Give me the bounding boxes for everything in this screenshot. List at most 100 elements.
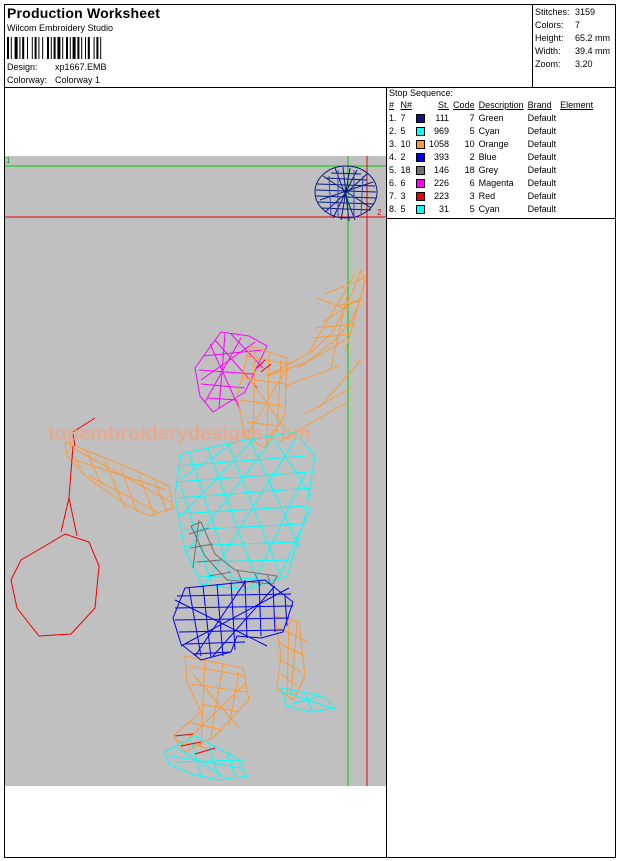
thread-color-swatch [416, 166, 426, 176]
navy-ball-stitches [314, 165, 378, 222]
thread-color-swatch [416, 127, 426, 137]
design-preview: topembroiderydesigns.com 1 2 [5, 156, 386, 786]
row-code: 5 [469, 126, 475, 136]
worksheet-title: Production Worksheet [7, 5, 161, 21]
embroidery-preview-svg: topembroiderydesigns.com [5, 156, 386, 786]
stat-colors: Colors: 7 [535, 20, 581, 30]
stop-sequence-table: # N# St. Code Description Brand Element … [387, 99, 595, 216]
stop-row: 2. 5 969 5 Cyan Default [387, 125, 595, 138]
stats-divider [532, 4, 533, 87]
row-code: 5 [469, 204, 475, 214]
row-element [558, 112, 595, 125]
stop-table-header: # N# St. Code Description Brand Element [387, 99, 595, 112]
row-index: 5. [389, 165, 397, 175]
stat-height: Height: 65.2 mm [535, 33, 611, 43]
row-needle: 3 [400, 191, 406, 201]
row-description: Magenta [478, 178, 514, 188]
design-value: xp1667.EMB [55, 62, 107, 72]
stop-sequence-title: Stop Sequence: [389, 88, 454, 98]
stat-zoom: Zoom: 3.20 [535, 59, 593, 69]
col-header-element: Element [560, 100, 594, 110]
row-element [558, 151, 595, 164]
col-header-swatch [414, 99, 427, 112]
row-stitches: 1058 [429, 139, 450, 149]
stat-width: Width: 39.4 mm [535, 46, 611, 56]
row-stitches: 969 [434, 126, 450, 136]
row-brand: Default [527, 126, 557, 136]
row-description: Cyan [478, 126, 500, 136]
row-index: 4. [389, 152, 397, 162]
row-index: 6. [389, 178, 397, 188]
stop-row: 8. 5 31 5 Cyan Default [387, 203, 595, 216]
colorway-row: Colorway: Colorway 1 [7, 75, 100, 85]
row-code: 2 [469, 152, 475, 162]
col-header-code: Code [453, 100, 475, 110]
magenta-hair-stitches [194, 331, 268, 413]
thread-color-swatch [416, 140, 426, 150]
row-description: Grey [478, 165, 499, 175]
header-divider [4, 87, 616, 88]
software-name: Wilcom Embroidery Studio [7, 23, 114, 33]
row-brand: Default [527, 113, 557, 123]
thread-color-swatch [416, 179, 426, 189]
guide-label-2: 2 [377, 208, 382, 217]
stop-row: 5. 18 146 18 Grey Default [387, 164, 595, 177]
col-header-brand: Brand [527, 100, 552, 110]
row-index: 1. [389, 113, 397, 123]
thread-color-swatch [416, 205, 426, 215]
row-brand: Default [527, 152, 557, 162]
row-needle: 6 [400, 178, 406, 188]
row-element [558, 138, 595, 151]
row-index: 2. [389, 126, 397, 136]
row-code: 3 [469, 191, 475, 201]
row-needle: 7 [400, 113, 406, 123]
row-element [558, 125, 595, 138]
row-index: 8. [389, 204, 397, 214]
design-row: Design: xp1667.EMB [7, 62, 107, 72]
row-needle: 18 [400, 165, 411, 175]
stop-row: 1. 7 111 7 Green Default [387, 112, 595, 125]
thread-color-swatch [416, 192, 426, 202]
row-description: Red [478, 191, 496, 201]
row-brand: Default [527, 204, 557, 214]
col-header-stitches: St. [438, 100, 450, 110]
row-element [558, 203, 595, 216]
design-label: Design: [7, 62, 38, 72]
row-element [558, 177, 595, 190]
col-header-description: Description [478, 100, 524, 110]
color-swatch [414, 164, 427, 177]
row-element [558, 164, 595, 177]
stop-row: 6. 6 226 6 Magenta Default [387, 177, 595, 190]
row-stitches: 393 [434, 152, 450, 162]
row-brand: Default [527, 191, 557, 201]
design-stats: Stitches: 3159 Colors: 7 Height: 65.2 mm Wi… [535, 6, 610, 71]
blue-shorts-stitches [172, 579, 294, 661]
red-racket-stitches [10, 359, 272, 755]
color-swatch [414, 203, 427, 216]
row-needle: 2 [400, 152, 406, 162]
color-swatch [414, 138, 427, 151]
orange-stitches [64, 268, 366, 753]
row-code: 18 [464, 165, 475, 175]
thread-color-swatch [416, 153, 426, 163]
stop-table-divider [386, 218, 616, 219]
color-swatch [414, 190, 427, 203]
row-brand: Default [527, 165, 557, 175]
row-description: Orange [478, 139, 509, 149]
row-element [558, 190, 595, 203]
row-stitches: 111 [435, 113, 450, 123]
thread-color-swatch [416, 114, 426, 124]
row-description: Green [478, 113, 504, 123]
row-code: 10 [464, 139, 475, 149]
row-index: 3. [389, 139, 397, 149]
row-needle: 5 [400, 204, 406, 214]
col-header-needle: N# [400, 100, 413, 110]
color-swatch [414, 151, 427, 164]
row-code: 6 [469, 178, 475, 188]
color-swatch [414, 125, 427, 138]
row-stitches: 31 [439, 204, 450, 214]
watermark-text: topembroiderydesigns.com [48, 423, 310, 445]
colorway-value: Colorway 1 [55, 75, 101, 85]
stop-row: 7. 3 223 3 Red Default [387, 190, 595, 203]
row-stitches: 146 [434, 165, 450, 175]
